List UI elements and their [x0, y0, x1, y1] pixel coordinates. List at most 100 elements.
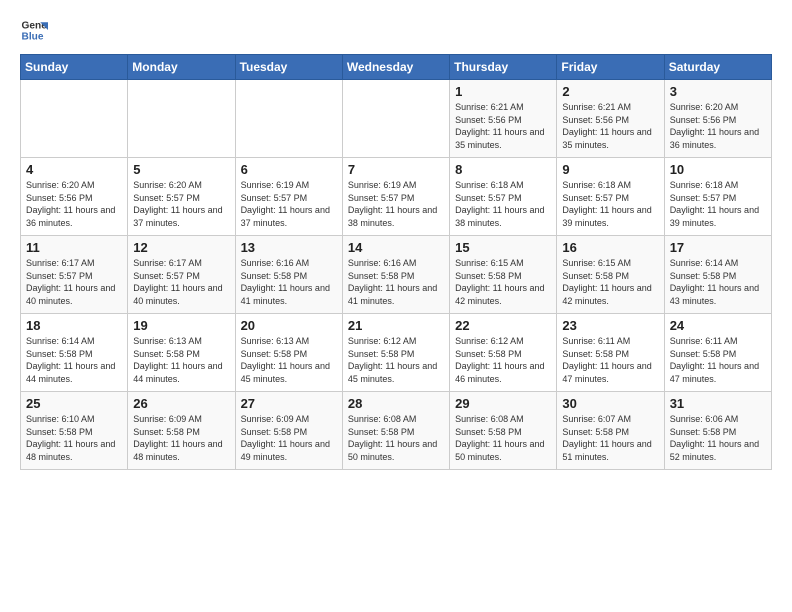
calendar-table: SundayMondayTuesdayWednesdayThursdayFrid…	[20, 54, 772, 470]
day-number: 5	[133, 162, 229, 177]
day-number: 23	[562, 318, 658, 333]
day-info: Sunrise: 6:20 AMSunset: 5:56 PMDaylight:…	[26, 179, 122, 229]
day-cell: 6 Sunrise: 6:19 AMSunset: 5:57 PMDaylight…	[235, 158, 342, 236]
day-number: 21	[348, 318, 444, 333]
day-info: Sunrise: 6:09 AMSunset: 5:58 PMDaylight:…	[241, 413, 337, 463]
day-cell: 4 Sunrise: 6:20 AMSunset: 5:56 PMDaylight…	[21, 158, 128, 236]
day-cell: 31 Sunrise: 6:06 AMSunset: 5:58 PMDayligh…	[664, 392, 771, 470]
day-number: 10	[670, 162, 766, 177]
day-number: 19	[133, 318, 229, 333]
day-cell	[21, 80, 128, 158]
day-info: Sunrise: 6:17 AMSunset: 5:57 PMDaylight:…	[26, 257, 122, 307]
day-info: Sunrise: 6:16 AMSunset: 5:58 PMDaylight:…	[348, 257, 444, 307]
day-number: 20	[241, 318, 337, 333]
calendar-page: General Blue SundayMondayTuesdayWednesda…	[0, 0, 792, 480]
day-number: 3	[670, 84, 766, 99]
day-info: Sunrise: 6:10 AMSunset: 5:58 PMDaylight:…	[26, 413, 122, 463]
weekday-header-thursday: Thursday	[450, 55, 557, 80]
day-number: 1	[455, 84, 551, 99]
day-cell: 17 Sunrise: 6:14 AMSunset: 5:58 PMDayligh…	[664, 236, 771, 314]
day-info: Sunrise: 6:06 AMSunset: 5:58 PMDaylight:…	[670, 413, 766, 463]
day-info: Sunrise: 6:14 AMSunset: 5:58 PMDaylight:…	[670, 257, 766, 307]
day-cell: 15 Sunrise: 6:15 AMSunset: 5:58 PMDayligh…	[450, 236, 557, 314]
day-number: 31	[670, 396, 766, 411]
day-number: 14	[348, 240, 444, 255]
day-info: Sunrise: 6:17 AMSunset: 5:57 PMDaylight:…	[133, 257, 229, 307]
day-number: 17	[670, 240, 766, 255]
day-number: 8	[455, 162, 551, 177]
day-info: Sunrise: 6:18 AMSunset: 5:57 PMDaylight:…	[562, 179, 658, 229]
day-cell: 9 Sunrise: 6:18 AMSunset: 5:57 PMDaylight…	[557, 158, 664, 236]
day-cell: 14 Sunrise: 6:16 AMSunset: 5:58 PMDayligh…	[342, 236, 449, 314]
day-cell	[128, 80, 235, 158]
day-number: 28	[348, 396, 444, 411]
day-number: 16	[562, 240, 658, 255]
weekday-header-friday: Friday	[557, 55, 664, 80]
day-number: 25	[26, 396, 122, 411]
day-info: Sunrise: 6:18 AMSunset: 5:57 PMDaylight:…	[455, 179, 551, 229]
day-info: Sunrise: 6:21 AMSunset: 5:56 PMDaylight:…	[562, 101, 658, 151]
weekday-header-sunday: Sunday	[21, 55, 128, 80]
day-info: Sunrise: 6:09 AMSunset: 5:58 PMDaylight:…	[133, 413, 229, 463]
day-number: 22	[455, 318, 551, 333]
week-row-3: 11 Sunrise: 6:17 AMSunset: 5:57 PMDayligh…	[21, 236, 772, 314]
day-info: Sunrise: 6:16 AMSunset: 5:58 PMDaylight:…	[241, 257, 337, 307]
logo-icon: General Blue	[20, 16, 48, 44]
day-info: Sunrise: 6:21 AMSunset: 5:56 PMDaylight:…	[455, 101, 551, 151]
day-info: Sunrise: 6:20 AMSunset: 5:56 PMDaylight:…	[670, 101, 766, 151]
day-number: 9	[562, 162, 658, 177]
weekday-header-wednesday: Wednesday	[342, 55, 449, 80]
day-cell: 18Sunrise: 6:14 AMSunset: 5:58 PMDayligh…	[21, 314, 128, 392]
day-number: 11	[26, 240, 122, 255]
day-cell: 19 Sunrise: 6:13 AMSunset: 5:58 PMDayligh…	[128, 314, 235, 392]
week-row-1: 1 Sunrise: 6:21 AMSunset: 5:56 PMDaylight…	[21, 80, 772, 158]
weekday-header-monday: Monday	[128, 55, 235, 80]
svg-text:Blue: Blue	[22, 31, 44, 42]
day-cell: 23Sunrise: 6:11 AMSunset: 5:58 PMDayligh…	[557, 314, 664, 392]
day-number: 29	[455, 396, 551, 411]
day-info: Sunrise: 6:20 AMSunset: 5:57 PMDaylight:…	[133, 179, 229, 229]
day-number: 4	[26, 162, 122, 177]
day-number: 7	[348, 162, 444, 177]
weekday-header-row: SundayMondayTuesdayWednesdayThursdayFrid…	[21, 55, 772, 80]
day-info: Sunrise: 6:19 AMSunset: 5:57 PMDaylight:…	[241, 179, 337, 229]
day-cell: 22 Sunrise: 6:12 AMSunset: 5:58 PMDayligh…	[450, 314, 557, 392]
day-cell: 28 Sunrise: 6:08 AMSunset: 5:58 PMDayligh…	[342, 392, 449, 470]
day-info: Sunrise: 6:18 AMSunset: 5:57 PMDaylight:…	[670, 179, 766, 229]
day-cell: 3 Sunrise: 6:20 AMSunset: 5:56 PMDaylight…	[664, 80, 771, 158]
day-info: Sunrise: 6:13 AMSunset: 5:58 PMDaylight:…	[133, 335, 229, 385]
weekday-header-saturday: Saturday	[664, 55, 771, 80]
header: General Blue	[20, 16, 772, 44]
day-info: Sunrise: 6:12 AMSunset: 5:58 PMDaylight:…	[348, 335, 444, 385]
day-cell: 29 Sunrise: 6:08 AMSunset: 5:58 PMDayligh…	[450, 392, 557, 470]
day-number: 13	[241, 240, 337, 255]
day-info: Sunrise: 6:07 AMSunset: 5:58 PMDaylight:…	[562, 413, 658, 463]
week-row-5: 25 Sunrise: 6:10 AMSunset: 5:58 PMDayligh…	[21, 392, 772, 470]
weekday-header-tuesday: Tuesday	[235, 55, 342, 80]
day-cell: 21 Sunrise: 6:12 AMSunset: 5:58 PMDayligh…	[342, 314, 449, 392]
week-row-4: 18Sunrise: 6:14 AMSunset: 5:58 PMDayligh…	[21, 314, 772, 392]
day-number: 2	[562, 84, 658, 99]
day-cell: 30Sunrise: 6:07 AMSunset: 5:58 PMDayligh…	[557, 392, 664, 470]
day-cell: 1 Sunrise: 6:21 AMSunset: 5:56 PMDaylight…	[450, 80, 557, 158]
day-cell: 24Sunrise: 6:11 AMSunset: 5:58 PMDayligh…	[664, 314, 771, 392]
day-number: 15	[455, 240, 551, 255]
logo: General Blue	[20, 16, 48, 44]
day-cell: 13 Sunrise: 6:16 AMSunset: 5:58 PMDayligh…	[235, 236, 342, 314]
day-info: Sunrise: 6:12 AMSunset: 5:58 PMDaylight:…	[455, 335, 551, 385]
day-cell	[235, 80, 342, 158]
day-info: Sunrise: 6:15 AMSunset: 5:58 PMDaylight:…	[455, 257, 551, 307]
day-info: Sunrise: 6:11 AMSunset: 5:58 PMDaylight:…	[670, 335, 766, 385]
day-number: 6	[241, 162, 337, 177]
day-info: Sunrise: 6:13 AMSunset: 5:58 PMDaylight:…	[241, 335, 337, 385]
day-info: Sunrise: 6:08 AMSunset: 5:58 PMDaylight:…	[348, 413, 444, 463]
day-cell: 12 Sunrise: 6:17 AMSunset: 5:57 PMDayligh…	[128, 236, 235, 314]
day-cell: 2 Sunrise: 6:21 AMSunset: 5:56 PMDaylight…	[557, 80, 664, 158]
day-number: 12	[133, 240, 229, 255]
day-number: 26	[133, 396, 229, 411]
day-info: Sunrise: 6:14 AMSunset: 5:58 PMDaylight:…	[26, 335, 122, 385]
day-cell: 7Sunrise: 6:19 AMSunset: 5:57 PMDaylight…	[342, 158, 449, 236]
day-cell: 27Sunrise: 6:09 AMSunset: 5:58 PMDayligh…	[235, 392, 342, 470]
day-cell: 5 Sunrise: 6:20 AMSunset: 5:57 PMDaylight…	[128, 158, 235, 236]
day-info: Sunrise: 6:08 AMSunset: 5:58 PMDaylight:…	[455, 413, 551, 463]
